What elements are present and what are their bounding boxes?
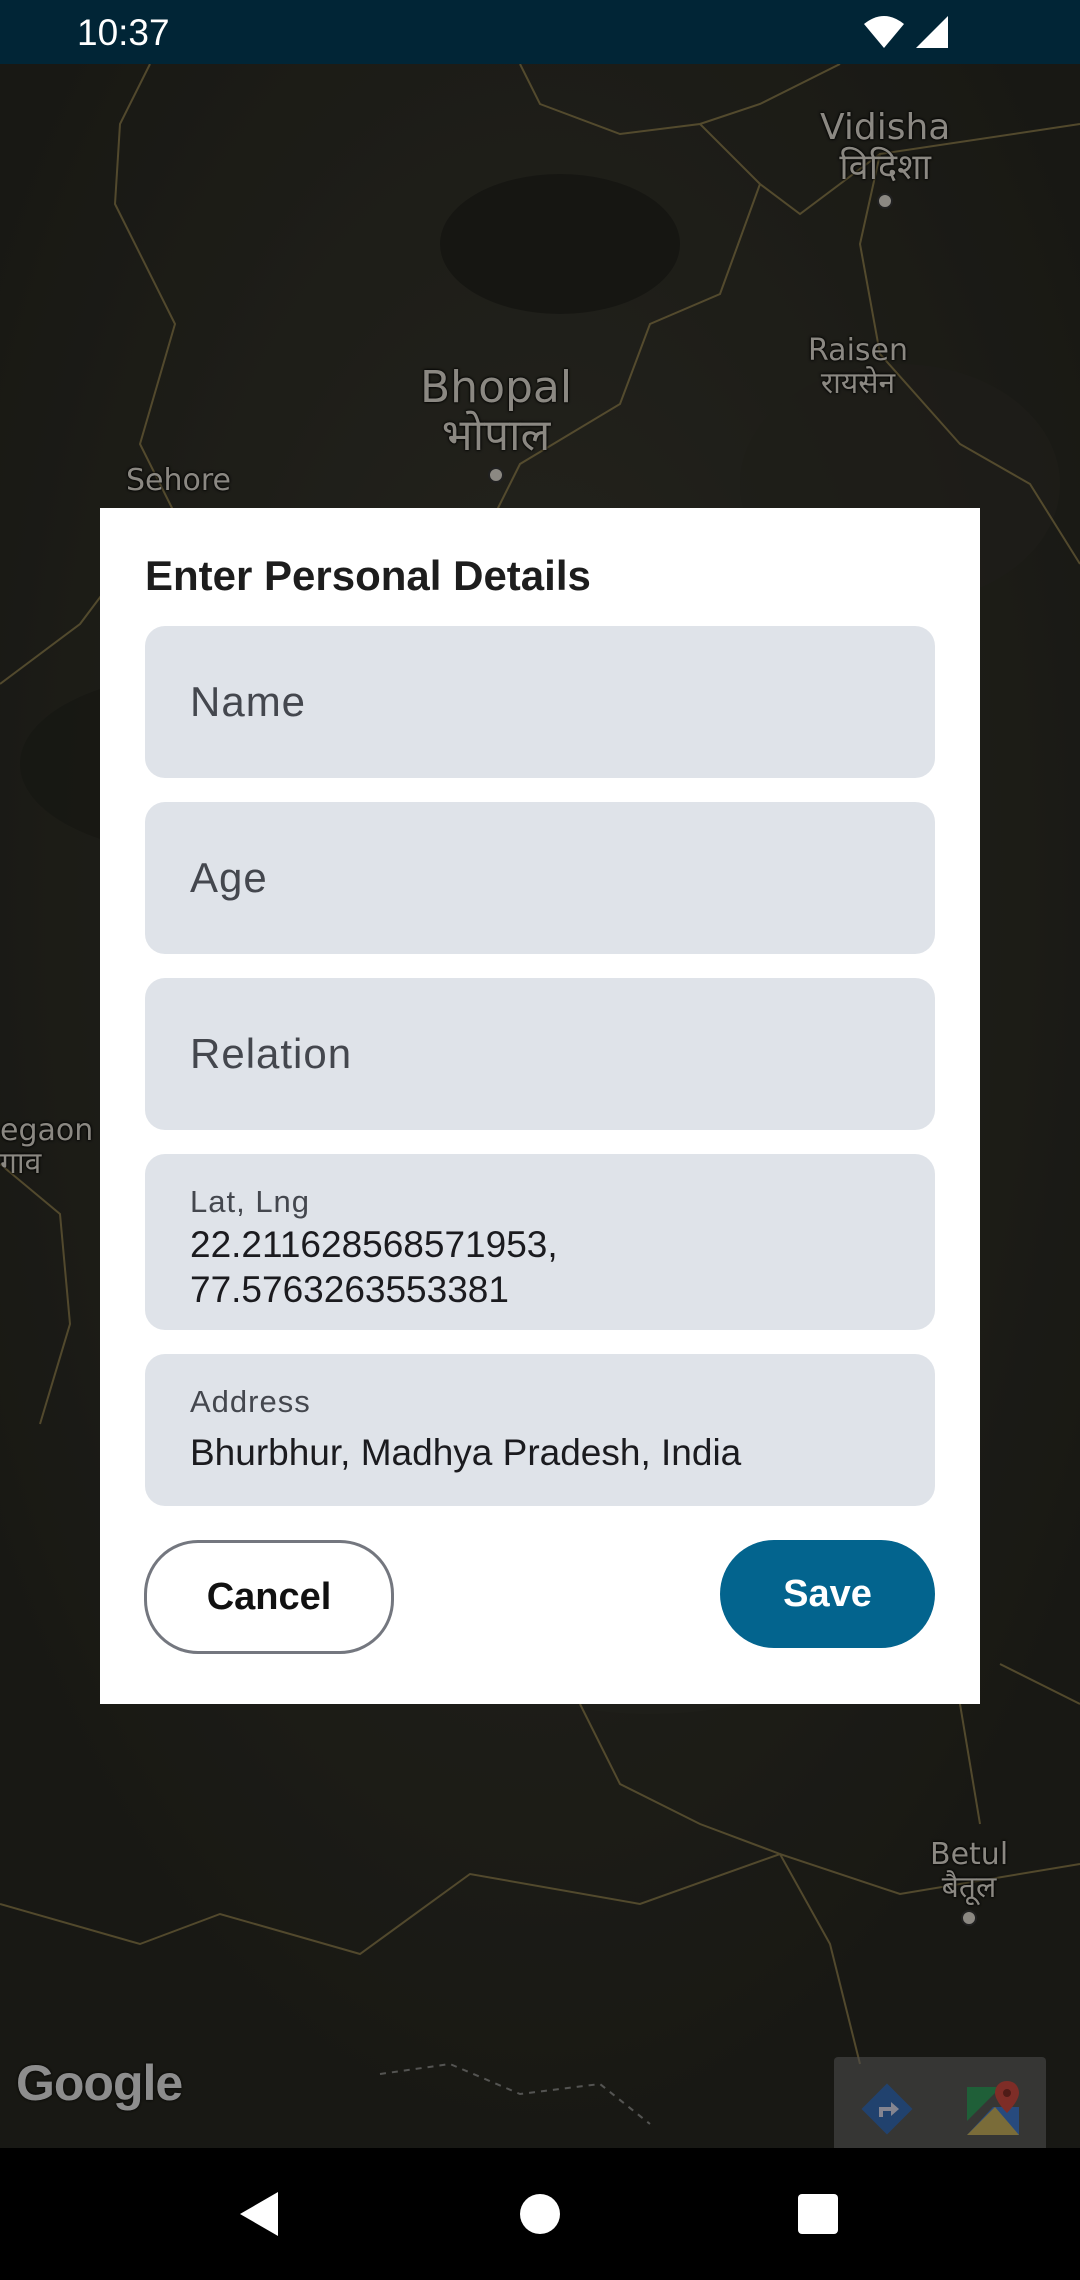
address-value: Bhurbhur, Madhya Pradesh, India (190, 1432, 742, 1473)
lat-value: 22.211628568571953, (190, 1224, 558, 1265)
name-placeholder: Name (190, 678, 307, 725)
dialog-title: Enter Personal Details (145, 552, 591, 599)
back-icon[interactable] (236, 2188, 282, 2240)
age-placeholder: Age (190, 854, 268, 901)
system-navigation-bar (0, 2148, 1080, 2280)
address-field[interactable]: Address Bhurbhur, Madhya Pradesh, India (145, 1354, 935, 1506)
personal-details-dialog: Enter Personal Details Name Age Relation… (100, 508, 980, 1704)
status-time: 10:37 (77, 12, 170, 53)
lat-lng-value: 22.211628568571953, 77.5763263553381 (190, 1222, 558, 1312)
status-bar: 10:37 (0, 0, 1080, 64)
cancel-button[interactable]: Cancel (144, 1540, 394, 1654)
relation-field[interactable]: Relation (145, 978, 935, 1130)
name-field[interactable]: Name (145, 626, 935, 778)
lng-value: 77.5763263553381 (190, 1269, 509, 1310)
cellular-signal-icon (916, 16, 948, 48)
home-icon[interactable] (518, 2188, 562, 2240)
wifi-icon (864, 16, 904, 48)
recents-icon[interactable] (796, 2188, 840, 2240)
status-icons (862, 14, 962, 50)
lat-lng-field[interactable]: Lat, Lng 22.211628568571953, 77.57632635… (145, 1154, 935, 1330)
relation-placeholder: Relation (190, 1030, 353, 1077)
address-label: Address (190, 1384, 311, 1419)
age-field[interactable]: Age (145, 802, 935, 954)
lat-lng-label: Lat, Lng (190, 1184, 311, 1219)
save-button[interactable]: Save (720, 1540, 935, 1648)
